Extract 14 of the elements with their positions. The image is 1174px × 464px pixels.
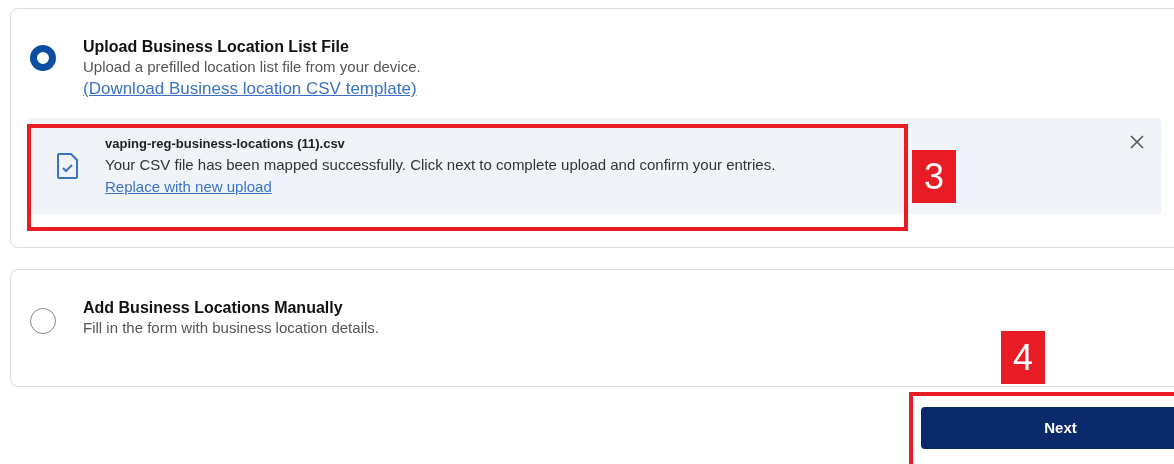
radio-button[interactable] xyxy=(30,308,56,334)
radio-button[interactable] xyxy=(30,45,56,71)
option-description: Fill in the form with business location details. xyxy=(83,318,379,338)
option-title: Upload Business Location List File xyxy=(83,37,350,57)
step-number: 3 xyxy=(912,150,956,203)
upload-message: Your CSV file has been mapped successfully. Click next to complete upload and confirm your entries. xyxy=(105,155,776,175)
next-button[interactable]: Next xyxy=(921,407,1174,449)
file-check-icon xyxy=(56,152,80,180)
template-link[interactable]: (Download Business location CSV template) xyxy=(83,77,417,101)
option-description: Upload a prefilled location list file from your device. xyxy=(83,57,421,77)
step-number: 4 xyxy=(1001,331,1045,384)
replace-upload-link[interactable]: Replace with new upload xyxy=(105,176,272,198)
option-title: Add Business Locations Manually xyxy=(83,298,344,318)
file-name: vaping-reg-business-locations (11).csv xyxy=(105,135,346,153)
